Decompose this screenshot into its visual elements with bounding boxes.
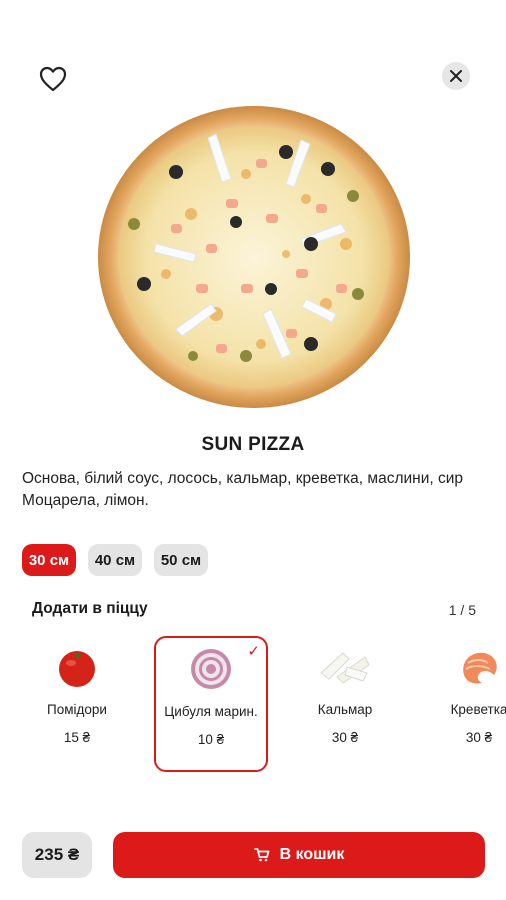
addon-name: Кальмар — [317, 702, 373, 717]
tomato-icon — [20, 642, 134, 692]
addon-card-onion[interactable]: ✓ Цибуля марин. 10 ₴ — [154, 636, 268, 772]
size-option-30[interactable]: 30 см — [22, 544, 76, 576]
close-icon — [450, 70, 462, 82]
size-selector: 30 см 40 см 50 см — [22, 544, 208, 576]
addons-carousel[interactable]: Помідори 15 ₴ ✓ Цибуля марин. 10 ₴ Кальм… — [20, 636, 506, 776]
addon-price: 10 ₴ — [197, 732, 225, 747]
pizza-image — [96, 104, 412, 410]
addon-name: Цибуля марин. — [164, 704, 258, 719]
addons-page-indicator: 1 / 5 — [448, 602, 476, 618]
addon-card-squid[interactable]: Кальмар 30 ₴ — [288, 636, 402, 772]
addon-price: 15 ₴ — [63, 730, 91, 745]
addon-card-shrimp[interactable]: Креветка 30 ₴ — [422, 636, 506, 772]
addon-price: 30 ₴ — [331, 730, 359, 745]
product-title: SUN PIZZA — [201, 434, 305, 455]
shrimp-icon — [422, 642, 506, 692]
product-description: Основа, білий соус, лосось, кальмар, кре… — [22, 470, 464, 509]
total-price: 235 ₴ — [22, 832, 92, 878]
addon-name: Креветка — [450, 702, 506, 717]
squid-icon — [288, 642, 402, 692]
addons-header: Додати в піццу — [32, 600, 148, 617]
cart-icon — [253, 848, 270, 862]
add-to-cart-button[interactable]: В кошик — [113, 832, 485, 878]
addon-name: Помідори — [47, 702, 107, 717]
size-option-40[interactable]: 40 см — [88, 544, 142, 576]
favorite-heart-icon[interactable] — [38, 64, 68, 94]
close-button[interactable] — [442, 62, 470, 90]
onion-icon — [156, 644, 266, 694]
addon-card-tomatoes[interactable]: Помідори 15 ₴ — [20, 636, 134, 772]
size-option-50[interactable]: 50 см — [154, 544, 208, 576]
addon-price: 30 ₴ — [465, 730, 493, 745]
add-to-cart-label: В кошик — [279, 846, 345, 863]
